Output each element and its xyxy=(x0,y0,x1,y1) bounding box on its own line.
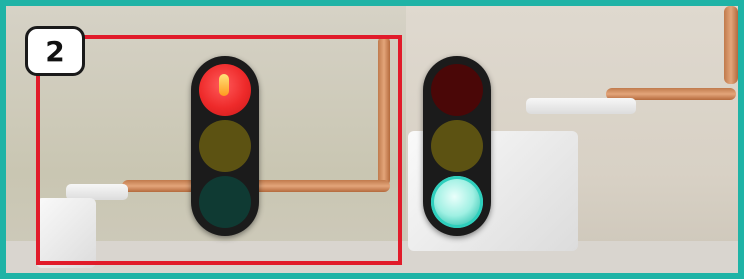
game-stage: 2 xyxy=(0,0,744,279)
copper-pipe-vertical-right xyxy=(724,6,738,84)
yellow-lamp-off xyxy=(431,120,483,172)
green-lamp-lit xyxy=(431,176,483,228)
red-lamp-lit xyxy=(199,64,251,116)
traffic-light-right[interactable] xyxy=(423,56,491,236)
red-lamp-off xyxy=(431,64,483,116)
traffic-light-left[interactable] xyxy=(191,56,259,236)
white-pipe-right xyxy=(526,98,636,114)
lamp-glint xyxy=(219,74,229,96)
badge-number: 2 xyxy=(45,34,65,68)
green-lamp-off xyxy=(199,176,251,228)
yellow-lamp-off xyxy=(199,120,251,172)
difference-number-badge: 2 xyxy=(25,26,85,76)
